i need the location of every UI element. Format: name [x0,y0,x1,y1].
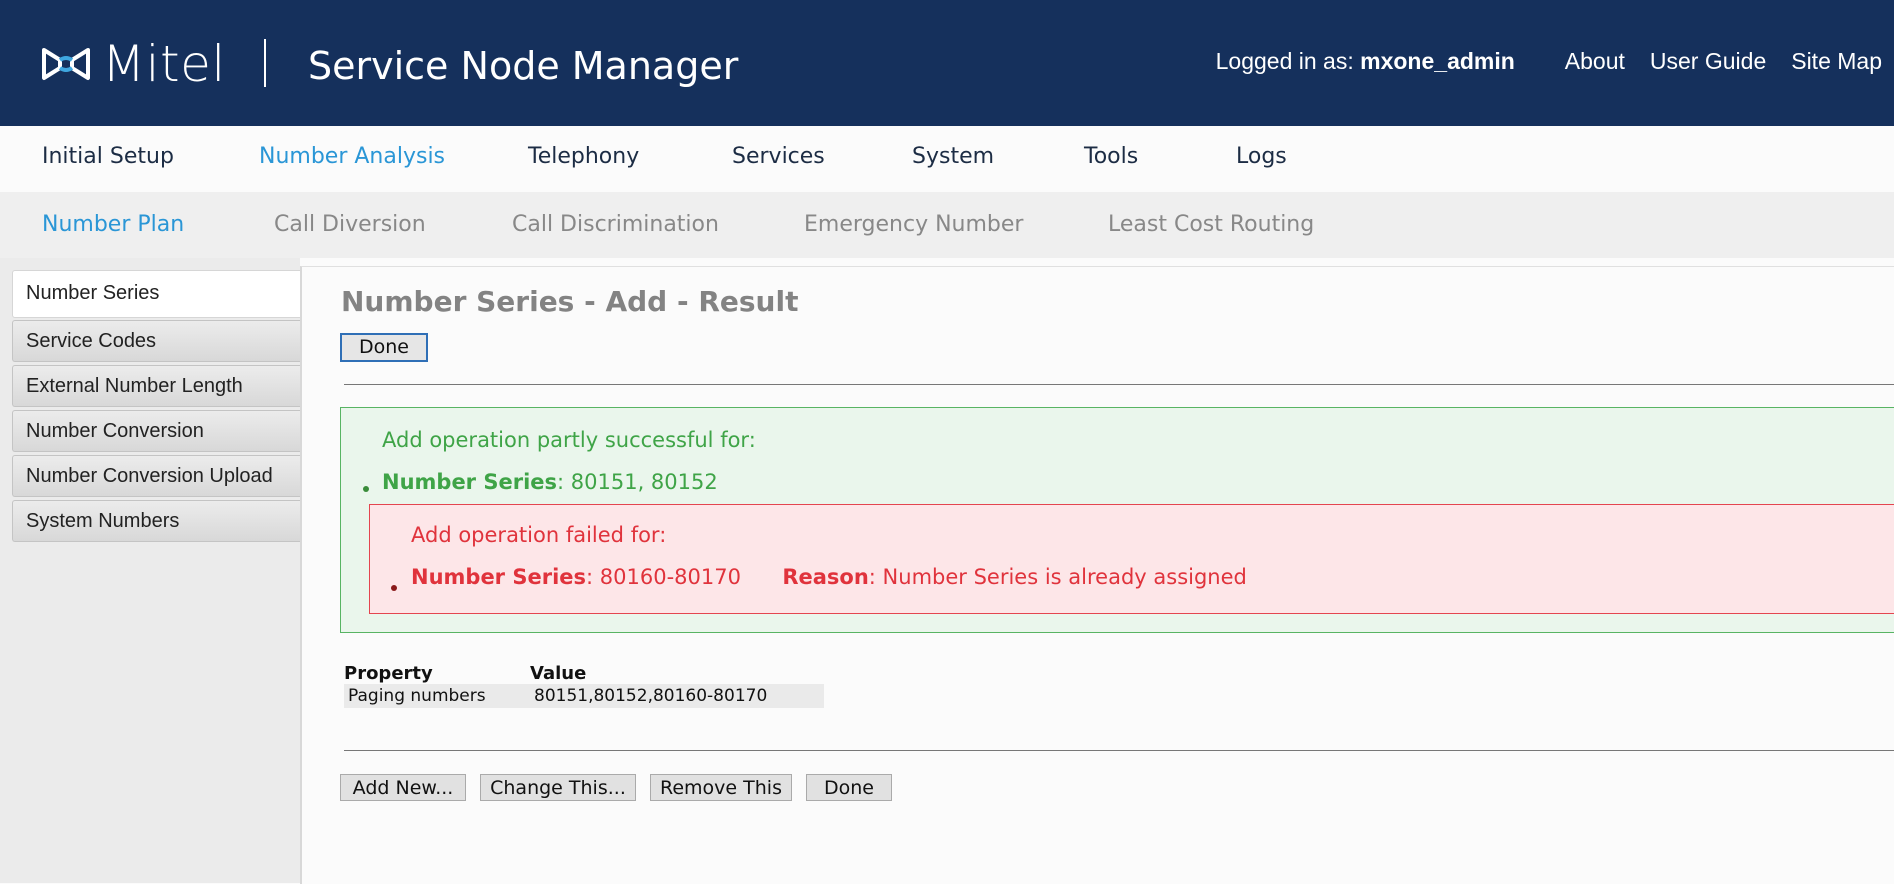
header-divider [264,39,266,87]
reason-value: : Number Series is already assigned [868,565,1247,589]
sidebar-item-number-conversion-upload[interactable]: Number Conversion Upload [12,455,300,497]
error-heading: Add operation failed for: [411,523,667,547]
nav-logs[interactable]: Logs [1236,144,1287,169]
error-label: Number Series [411,565,587,589]
table-header-row: Property Value [344,662,824,684]
divider-top [344,384,1894,385]
property-cell: Paging numbers [344,684,530,708]
nav-telephony[interactable]: Telephony [528,144,639,169]
success-label: Number Series [382,470,558,494]
sub-nav: Number Plan Call Diversion Call Discrimi… [0,192,1894,258]
nav-initial-setup[interactable]: Initial Setup [42,144,174,169]
sidebar-item-service-codes[interactable]: Service Codes [12,320,300,362]
subnav-number-plan[interactable]: Number Plan [42,212,184,237]
column-header-value: Value [530,662,587,684]
table-row: Paging numbers 80151,80152,80160-80170 [344,684,824,708]
divider-bottom [344,750,1894,751]
login-status: Logged in as: mxone_admin [1216,48,1515,75]
success-bullet-icon [363,486,369,492]
error-value: : 80160-80170 [586,565,741,589]
username: mxone_admin [1360,48,1515,74]
app-title: Service Node Manager [308,44,739,88]
logged-in-label: Logged in as: [1215,48,1354,74]
page-title: Number Series - Add - Result [341,285,799,318]
error-bullet-icon [391,585,397,591]
sidebar-item-system-numbers[interactable]: System Numbers [12,500,300,542]
remove-this-button[interactable]: Remove This [650,774,792,801]
error-message-box: Add operation failed for: Number Series:… [369,504,1894,614]
nav-number-analysis[interactable]: Number Analysis [259,144,445,169]
value-cell: 80151,80152,80160-80170 [530,684,824,708]
sidebar-item-external-number-length[interactable]: External Number Length [12,365,300,407]
sidebar-item-number-series[interactable]: Number Series [12,270,300,318]
user-guide-link[interactable]: User Guide [1650,48,1766,75]
sidebar-item-number-conversion[interactable]: Number Conversion [12,410,300,452]
main-nav: Initial Setup Number Analysis Telephony … [0,126,1894,192]
content-panel: Number Series - Add - Result Done Add op… [300,266,1894,884]
subnav-least-cost-routing[interactable]: Least Cost Routing [1108,212,1314,237]
top-header: Mitel Service Node Manager Logged in as:… [0,0,1894,126]
site-map-link[interactable]: Site Map [1791,48,1882,75]
error-number-series: Number Series: 80160-80170 Reason: Numbe… [411,565,1247,589]
column-header-property: Property [344,662,433,684]
header-links: Logged in as: mxone_admin About User Gui… [1216,48,1882,75]
reason-label: Reason [782,565,869,589]
success-heading: Add operation partly successful for: [382,428,756,452]
done-button-bottom[interactable]: Done [806,774,892,801]
add-new-button[interactable]: Add New... [340,774,466,801]
property-table: Property Value Paging numbers 80151,8015… [344,662,824,708]
success-message-box: Add operation partly successful for: Num… [340,407,1894,633]
nav-tools[interactable]: Tools [1084,144,1138,169]
logo-text: Mitel [102,35,226,93]
success-value: : 80151, 80152 [557,470,718,494]
subnav-call-diversion[interactable]: Call Diversion [274,212,426,237]
subnav-emergency-number[interactable]: Emergency Number [804,212,1023,237]
subnav-call-discrimination[interactable]: Call Discrimination [512,212,719,237]
change-this-button[interactable]: Change This... [480,774,636,801]
done-button-top[interactable]: Done [340,333,428,362]
nav-system[interactable]: System [912,144,994,169]
nav-services[interactable]: Services [732,144,825,169]
about-link[interactable]: About [1565,48,1625,75]
success-number-series: Number Series: 80151, 80152 [382,470,718,494]
mitel-logo[interactable]: Mitel [40,36,226,92]
sidebar: Number Series Service Codes External Num… [0,258,300,883]
mitel-logo-icon [42,48,90,80]
